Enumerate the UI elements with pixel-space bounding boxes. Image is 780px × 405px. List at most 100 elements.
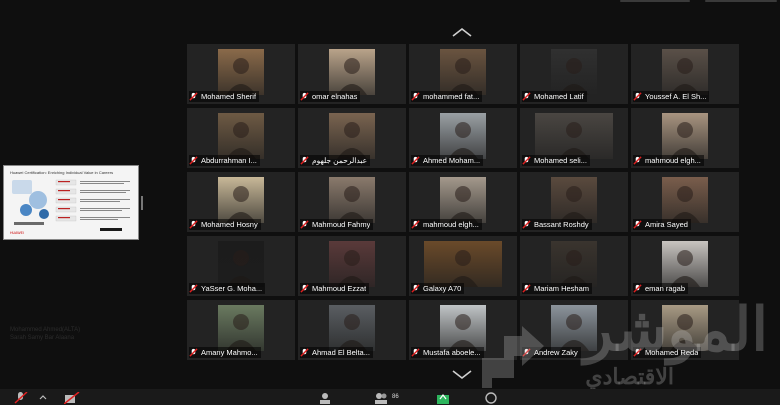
scroll-up-chevron-icon[interactable]: [451, 26, 473, 38]
chevron-up-icon[interactable]: [38, 392, 48, 402]
participant-tile[interactable]: Galaxy A70: [409, 236, 517, 296]
mute-mic-icon[interactable]: [14, 392, 28, 404]
participant-name: عبدالرحمن جلهوم: [312, 156, 368, 165]
watermark-sub: الاقتصادي: [585, 364, 674, 389]
participant-name-bar: Mahmoud Ezzat: [300, 283, 370, 294]
participant-name-bar: Mohamed seli...: [522, 155, 590, 166]
participant-name: omar elnahas: [312, 92, 358, 101]
muted-mic-icon: [633, 156, 642, 165]
participant-name-bar: Ahmad El Belta...: [300, 347, 373, 358]
muted-mic-icon: [300, 220, 309, 229]
participant-tile[interactable]: Bassant Roshdy: [520, 172, 628, 232]
participant-name-bar: Andrew Zaky: [522, 347, 581, 358]
participant-tile[interactable]: Mariam Hesham: [520, 236, 628, 296]
participant-video: [218, 49, 264, 95]
participant-name: Mahmoud Fahmy: [312, 220, 371, 229]
participant-name-bar: Mohamed Latif: [522, 91, 587, 102]
muted-mic-icon: [633, 220, 642, 229]
participant-tile[interactable]: Abdurrahman I...: [187, 108, 295, 168]
participants-icon[interactable]: [374, 392, 388, 404]
participant-name: Mohamed Sherif: [201, 92, 257, 101]
participant-name-bar: Bassant Roshdy: [522, 219, 592, 230]
participant-gallery: Mohamed Sherif omar elnahas mohammed fat..…: [187, 44, 741, 360]
record-icon[interactable]: [484, 392, 498, 404]
security-icon[interactable]: [318, 392, 332, 404]
participant-name: Mohamed Reda: [645, 348, 699, 357]
participant-tile[interactable]: eman ragab: [631, 236, 739, 296]
participant-tile[interactable]: Mohamed Latif: [520, 44, 628, 104]
top-bar-segment: [705, 0, 777, 2]
participant-name: Mohamed Hosny: [201, 220, 258, 229]
muted-mic-icon: [522, 284, 531, 293]
participant-name-bar: Mariam Hesham: [522, 283, 593, 294]
participant-tile[interactable]: Mahmoud Ezzat: [298, 236, 406, 296]
participant-name-bar: Mohamed Reda: [633, 347, 702, 358]
panel-resize-handle[interactable]: [141, 196, 143, 210]
participant-tile[interactable]: mahmoud elgh...: [409, 172, 517, 232]
participant-video: [662, 305, 708, 351]
participant-video: [662, 49, 708, 95]
participant-name: Mustafa aboele...: [423, 348, 481, 357]
participant-tile[interactable]: YaSser G. Moha...: [187, 236, 295, 296]
participant-tile[interactable]: عبدالرحمن جلهوم: [298, 108, 406, 168]
participant-name: mahmoud elgh...: [645, 156, 701, 165]
participant-tile[interactable]: omar elnahas: [298, 44, 406, 104]
shared-slide-graphic: HUAWEI: [10, 179, 130, 235]
participant-video: [662, 177, 708, 223]
shared-screen-thumbnail[interactable]: Huawei Certification: Enriching Individu…: [3, 165, 139, 240]
participant-video: [440, 177, 486, 223]
meeting-toolbar: 86: [0, 389, 780, 405]
participant-tile[interactable]: Amira Sayed: [631, 172, 739, 232]
top-bar: [0, 0, 780, 4]
participant-video: [440, 49, 486, 95]
participant-name-bar: Galaxy A70: [411, 283, 465, 294]
participant-name: Amany Mahmo...: [201, 348, 258, 357]
participant-name-bar: omar elnahas: [300, 91, 361, 102]
participant-name-bar: mahmoud elgh...: [411, 219, 482, 230]
participant-name-bar: Youssef A. El Sh...: [633, 91, 710, 102]
participant-tile[interactable]: Mahmoud Fahmy: [298, 172, 406, 232]
participant-tile[interactable]: Amany Mahmo...: [187, 300, 295, 360]
share-screen-icon[interactable]: [436, 392, 450, 404]
muted-mic-icon: [522, 348, 531, 357]
participant-name: Mahmoud Ezzat: [312, 284, 367, 293]
muted-mic-icon: [300, 156, 309, 165]
faded-caption: Mohammed Ahmed(ALTA) Sarah Samy Bar Alaa…: [10, 326, 80, 342]
muted-mic-icon: [411, 348, 420, 357]
participant-video: [440, 305, 486, 351]
participant-video: [424, 241, 502, 287]
faded-caption-line: Sarah Samy Bar Alaana: [10, 335, 75, 341]
muted-mic-icon: [189, 92, 198, 101]
participant-name-bar: Mahmoud Fahmy: [300, 219, 374, 230]
muted-mic-icon: [411, 92, 420, 101]
participant-tile[interactable]: Youssef A. El Sh...: [631, 44, 739, 104]
muted-mic-icon: [300, 348, 309, 357]
participant-tile[interactable]: Mohamed seli...: [520, 108, 628, 168]
muted-mic-icon: [189, 284, 198, 293]
participant-video: [329, 241, 375, 287]
participant-video: [535, 113, 613, 159]
stop-video-icon[interactable]: [64, 392, 80, 404]
participant-tile[interactable]: Mohamed Reda: [631, 300, 739, 360]
participant-name: eman ragab: [645, 284, 686, 293]
muted-mic-icon: [411, 284, 420, 293]
muted-mic-icon: [300, 284, 309, 293]
muted-mic-icon: [411, 220, 420, 229]
participant-tile[interactable]: Ahmed Moham...: [409, 108, 517, 168]
participant-tile[interactable]: Ahmad El Belta...: [298, 300, 406, 360]
participant-tile[interactable]: Andrew Zaky: [520, 300, 628, 360]
participant-tile[interactable]: mohammed fat...: [409, 44, 517, 104]
participant-name-bar: mahmoud elgh...: [633, 155, 704, 166]
participant-tile[interactable]: Mohamed Sherif: [187, 44, 295, 104]
participant-video: [551, 49, 597, 95]
muted-mic-icon: [522, 220, 531, 229]
muted-mic-icon: [633, 92, 642, 101]
participant-tile[interactable]: Mohamed Hosny: [187, 172, 295, 232]
top-bar-segment: [620, 0, 690, 2]
participant-tile[interactable]: mahmoud elgh...: [631, 108, 739, 168]
participant-name: Youssef A. El Sh...: [645, 92, 707, 101]
participant-tile[interactable]: Mustafa aboele...: [409, 300, 517, 360]
muted-mic-icon: [522, 156, 531, 165]
muted-mic-icon: [300, 92, 309, 101]
scroll-down-chevron-icon[interactable]: [451, 369, 473, 381]
